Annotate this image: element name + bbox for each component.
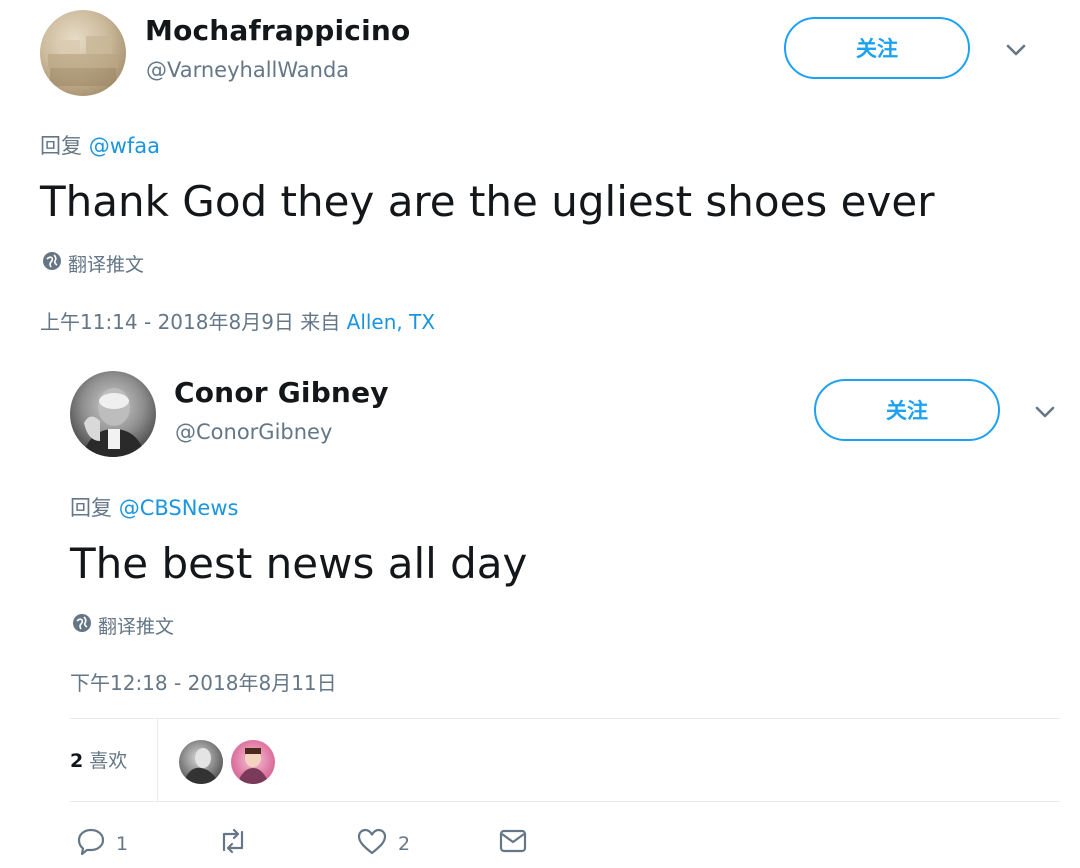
tweet-text: The best news all day bbox=[70, 539, 528, 588]
liker-avatar[interactable] bbox=[231, 740, 275, 784]
like-action[interactable]: 2 bbox=[356, 826, 410, 861]
translate-label[interactable]: 翻译推文 bbox=[98, 612, 174, 639]
avatar-image bbox=[48, 36, 118, 86]
globe-icon bbox=[42, 251, 62, 276]
message-action[interactable] bbox=[498, 826, 528, 861]
avatar[interactable] bbox=[70, 371, 156, 457]
chevron-down-icon[interactable] bbox=[1031, 398, 1059, 426]
tweet-text: Thank God they are the ugliest shoes eve… bbox=[40, 177, 935, 226]
divider bbox=[70, 801, 1060, 802]
reply-action[interactable]: 1 bbox=[76, 826, 128, 861]
reply-prefix: 回复 bbox=[40, 134, 82, 158]
from-label: 来自 bbox=[300, 310, 341, 334]
divider bbox=[157, 719, 158, 801]
location-link[interactable]: Allen, TX bbox=[347, 310, 435, 334]
reply-icon[interactable] bbox=[76, 826, 106, 861]
reply-mention-link[interactable]: @CBSNews bbox=[119, 496, 239, 520]
display-name[interactable]: Conor Gibney bbox=[174, 376, 389, 409]
retweet-icon[interactable] bbox=[216, 826, 250, 861]
reply-prefix: 回复 bbox=[70, 496, 112, 520]
reply-context: 回复 @CBSNews bbox=[70, 492, 238, 522]
divider bbox=[70, 718, 1060, 719]
likes-count: 2 bbox=[70, 750, 84, 772]
like-count: 2 bbox=[398, 832, 411, 855]
chevron-down-icon[interactable] bbox=[1002, 36, 1030, 64]
avatar-image bbox=[183, 748, 219, 784]
globe-icon bbox=[72, 613, 92, 638]
follow-button[interactable]: 关注 bbox=[784, 17, 970, 79]
avatar-image bbox=[237, 748, 269, 784]
translate-label[interactable]: 翻译推文 bbox=[68, 250, 144, 277]
likes-stat[interactable]: 2 喜欢 bbox=[70, 746, 127, 773]
avatar[interactable] bbox=[40, 10, 126, 96]
translate-link[interactable]: 翻译推文 bbox=[72, 612, 174, 639]
tweet-meta: 上午11:14 - 2018年8月9日 来自 Allen, TX bbox=[40, 306, 435, 335]
timestamp[interactable]: 上午11:14 - 2018年8月9日 bbox=[40, 310, 294, 334]
timestamp[interactable]: 下午12:18 - 2018年8月11日 bbox=[70, 671, 337, 695]
avatar-image bbox=[82, 388, 146, 457]
likes-label: 喜欢 bbox=[89, 750, 128, 772]
message-icon[interactable] bbox=[498, 826, 528, 861]
reply-context: 回复 @wfaa bbox=[40, 130, 160, 160]
handle[interactable]: @VarneyhallWanda bbox=[146, 58, 349, 82]
reply-mention-link[interactable]: @wfaa bbox=[89, 134, 160, 158]
heart-icon[interactable] bbox=[356, 826, 388, 861]
liker-avatar[interactable] bbox=[179, 740, 223, 784]
tweet-meta: 下午12:18 - 2018年8月11日 bbox=[70, 667, 337, 696]
follow-button[interactable]: 关注 bbox=[814, 379, 1000, 441]
handle[interactable]: @ConorGibney bbox=[175, 420, 332, 444]
retweet-action[interactable] bbox=[216, 826, 260, 861]
reply-count: 1 bbox=[116, 832, 129, 855]
translate-link[interactable]: 翻译推文 bbox=[42, 250, 144, 277]
display-name[interactable]: Mochafrappicino bbox=[145, 14, 410, 47]
